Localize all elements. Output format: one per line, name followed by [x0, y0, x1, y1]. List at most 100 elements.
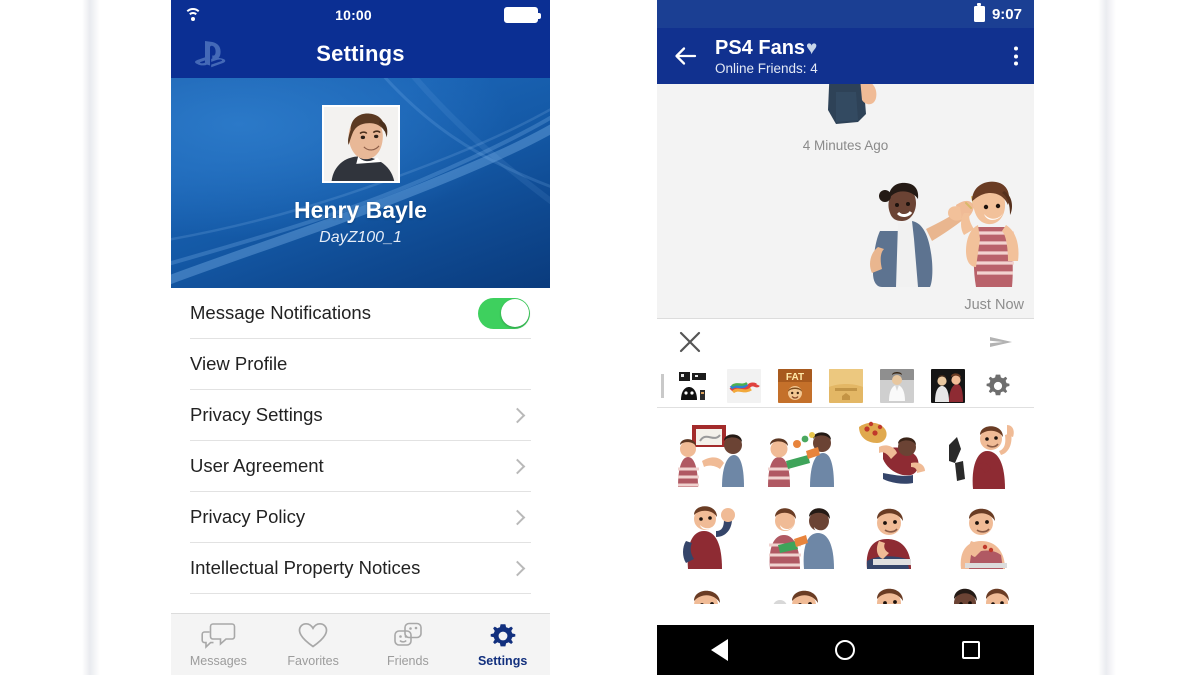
sticker-pack-dark-duo-pack[interactable] — [931, 368, 965, 403]
sticker-pack-gold-legends-pack[interactable] — [829, 368, 863, 403]
sticker-art — [694, 590, 721, 604]
tab-favorites[interactable]: Favorites — [266, 614, 361, 675]
ps-status-bar: 10:00 — [171, 0, 550, 30]
profile-online-id: DayZ100_1 — [319, 229, 402, 246]
svg-text:FAT: FAT — [786, 372, 804, 383]
tab-label: Settings — [477, 654, 528, 668]
sticker-pack-thumb: FAT — [778, 368, 812, 403]
sticker-art — [768, 432, 835, 487]
settings-row-intellectual-property-notices[interactable]: Intellectual Property Notices — [190, 543, 531, 594]
sticker-art — [866, 508, 911, 569]
battery-full-icon — [504, 7, 541, 23]
settings-list: Message Notifications View Profile Priva… — [171, 288, 550, 594]
right-phone-screen: 9:07 PS4 Fans ♥ Online Friends: 4 4 Minu… — [657, 0, 1034, 675]
sticker-pack-colorful-scribble-pack[interactable] — [727, 368, 761, 403]
close-x-icon[interactable] — [677, 329, 703, 355]
sticker-high-five-art — [870, 181, 1019, 287]
tab-label: Friends — [387, 654, 429, 668]
sticker-couple-tv[interactable] — [672, 417, 748, 491]
tab-settings[interactable]: Settings — [455, 614, 550, 675]
settings-row-label: Privacy Settings — [190, 404, 323, 425]
sticker-art — [769, 508, 835, 569]
sticker-water-gun-duo[interactable] — [762, 417, 838, 491]
sticker-pack-monster-pack[interactable] — [676, 368, 710, 403]
tabstrip-scroll-edge — [661, 373, 664, 398]
chat-title: PS4 Fans — [715, 36, 806, 59]
message-timestamp: Just Now — [964, 297, 1024, 313]
sticker-pack-thumb — [676, 368, 710, 403]
sticker-pack-thumb — [727, 368, 761, 403]
chat-title-row: PS4 Fans ♥ — [715, 37, 818, 60]
sticker-chin-rest[interactable] — [943, 497, 1019, 571]
settings-row-label: User Agreement — [190, 455, 324, 476]
settings-row-user-agreement[interactable]: User Agreement — [190, 441, 531, 492]
arrow-left-icon[interactable] — [671, 42, 699, 70]
sticker-art — [960, 508, 1007, 569]
wifi-icon — [183, 7, 203, 23]
ps-app-bar: Settings — [171, 30, 550, 78]
message-timestamp: 4 Minutes Ago — [802, 138, 889, 153]
settings-row-view-profile[interactable]: View Profile — [190, 339, 531, 390]
android-back-icon[interactable] — [710, 639, 728, 661]
gear-icon[interactable] — [984, 372, 1012, 400]
sticker-laughing-duo[interactable] — [762, 497, 838, 571]
sticker-partial-person-art — [827, 84, 876, 124]
toggle-knob — [500, 299, 529, 327]
more-vertical-icon[interactable] — [1014, 46, 1018, 66]
chat-bubbles-icon — [201, 623, 236, 649]
sticker-art — [678, 425, 745, 487]
android-home-icon[interactable] — [834, 640, 855, 660]
screenshot-canvas: 10:00 Settings Henry Bayle DayZ100_1 Mes… — [0, 0, 1200, 675]
tab-label: Favorites — [287, 654, 339, 668]
bottom-tab-bar: Messages Favorites Friends Settings — [171, 613, 550, 675]
settings-row-label: Message Notifications — [190, 302, 371, 323]
settings-row-privacy-settings[interactable]: Privacy Settings — [190, 390, 531, 441]
chat-message-incoming: 4 Minutes Ago — [657, 84, 1034, 153]
chevron-right-icon — [509, 458, 526, 474]
sticker-pizza-toss[interactable] — [853, 417, 929, 491]
sticker-bored-lean[interactable] — [853, 497, 929, 571]
sticker-pointing-up[interactable] — [943, 417, 1019, 491]
chevron-right-icon — [509, 560, 526, 576]
chat-app-bar: PS4 Fans ♥ Online Friends: 4 — [657, 28, 1034, 84]
settings-row-privacy-policy[interactable]: Privacy Policy — [190, 492, 531, 543]
sticker-seated-talk[interactable] — [853, 577, 929, 604]
sticker-pointing-side[interactable] — [672, 577, 748, 604]
composite-seam-left — [82, 0, 100, 675]
sticker-grid[interactable] — [657, 408, 1034, 604]
sticker-pack-thumb — [931, 368, 965, 403]
sticker-compose-bar — [657, 319, 1034, 364]
sticker-pack-fat-pack[interactable]: FAT — [778, 368, 812, 403]
sticker-pack-tabs[interactable]: FAT — [657, 364, 1034, 408]
tab-messages[interactable]: Messages — [171, 614, 266, 675]
sticker-mic-sing[interactable] — [762, 577, 838, 604]
tab-friends[interactable]: Friends — [361, 614, 456, 675]
chevron-right-icon — [509, 509, 526, 525]
message-notifications-toggle[interactable] — [478, 297, 530, 329]
heart-icon — [298, 622, 328, 648]
chat-titles: PS4 Fans ♥ Online Friends: 4 — [715, 37, 818, 76]
heart-badge-icon: ♥ — [806, 37, 818, 59]
sticker-hug-pair[interactable] — [943, 577, 1019, 604]
chat-message-list[interactable]: 4 Minutes Ago Just Now — [657, 84, 1034, 319]
settings-row-label: View Profile — [190, 353, 288, 374]
friends-faces-icon — [394, 622, 422, 646]
battery-icon — [973, 3, 985, 22]
sticker-art — [876, 588, 903, 604]
android-recents-icon[interactable] — [962, 641, 981, 659]
page-title: Settings — [316, 41, 405, 66]
sticker-high-five — [856, 169, 1028, 293]
avatar[interactable] — [321, 105, 400, 183]
settings-row-label: Privacy Policy — [190, 506, 306, 527]
send-paper-plane-icon[interactable] — [988, 329, 1014, 355]
sticker-art — [774, 590, 819, 604]
sticker-art — [858, 421, 925, 484]
sticker-partial-person — [800, 84, 892, 132]
sticker-cheer-fist[interactable] — [672, 497, 748, 571]
sticker-pack-white-suit-pack[interactable] — [880, 368, 914, 403]
android-status-bar: 9:07 — [657, 0, 1034, 28]
status-clock: 10:00 — [335, 7, 372, 23]
composite-seam-right — [1098, 0, 1116, 675]
settings-row-message-notifications[interactable]: Message Notifications — [190, 288, 531, 339]
profile-display-name: Henry Bayle — [294, 197, 427, 223]
